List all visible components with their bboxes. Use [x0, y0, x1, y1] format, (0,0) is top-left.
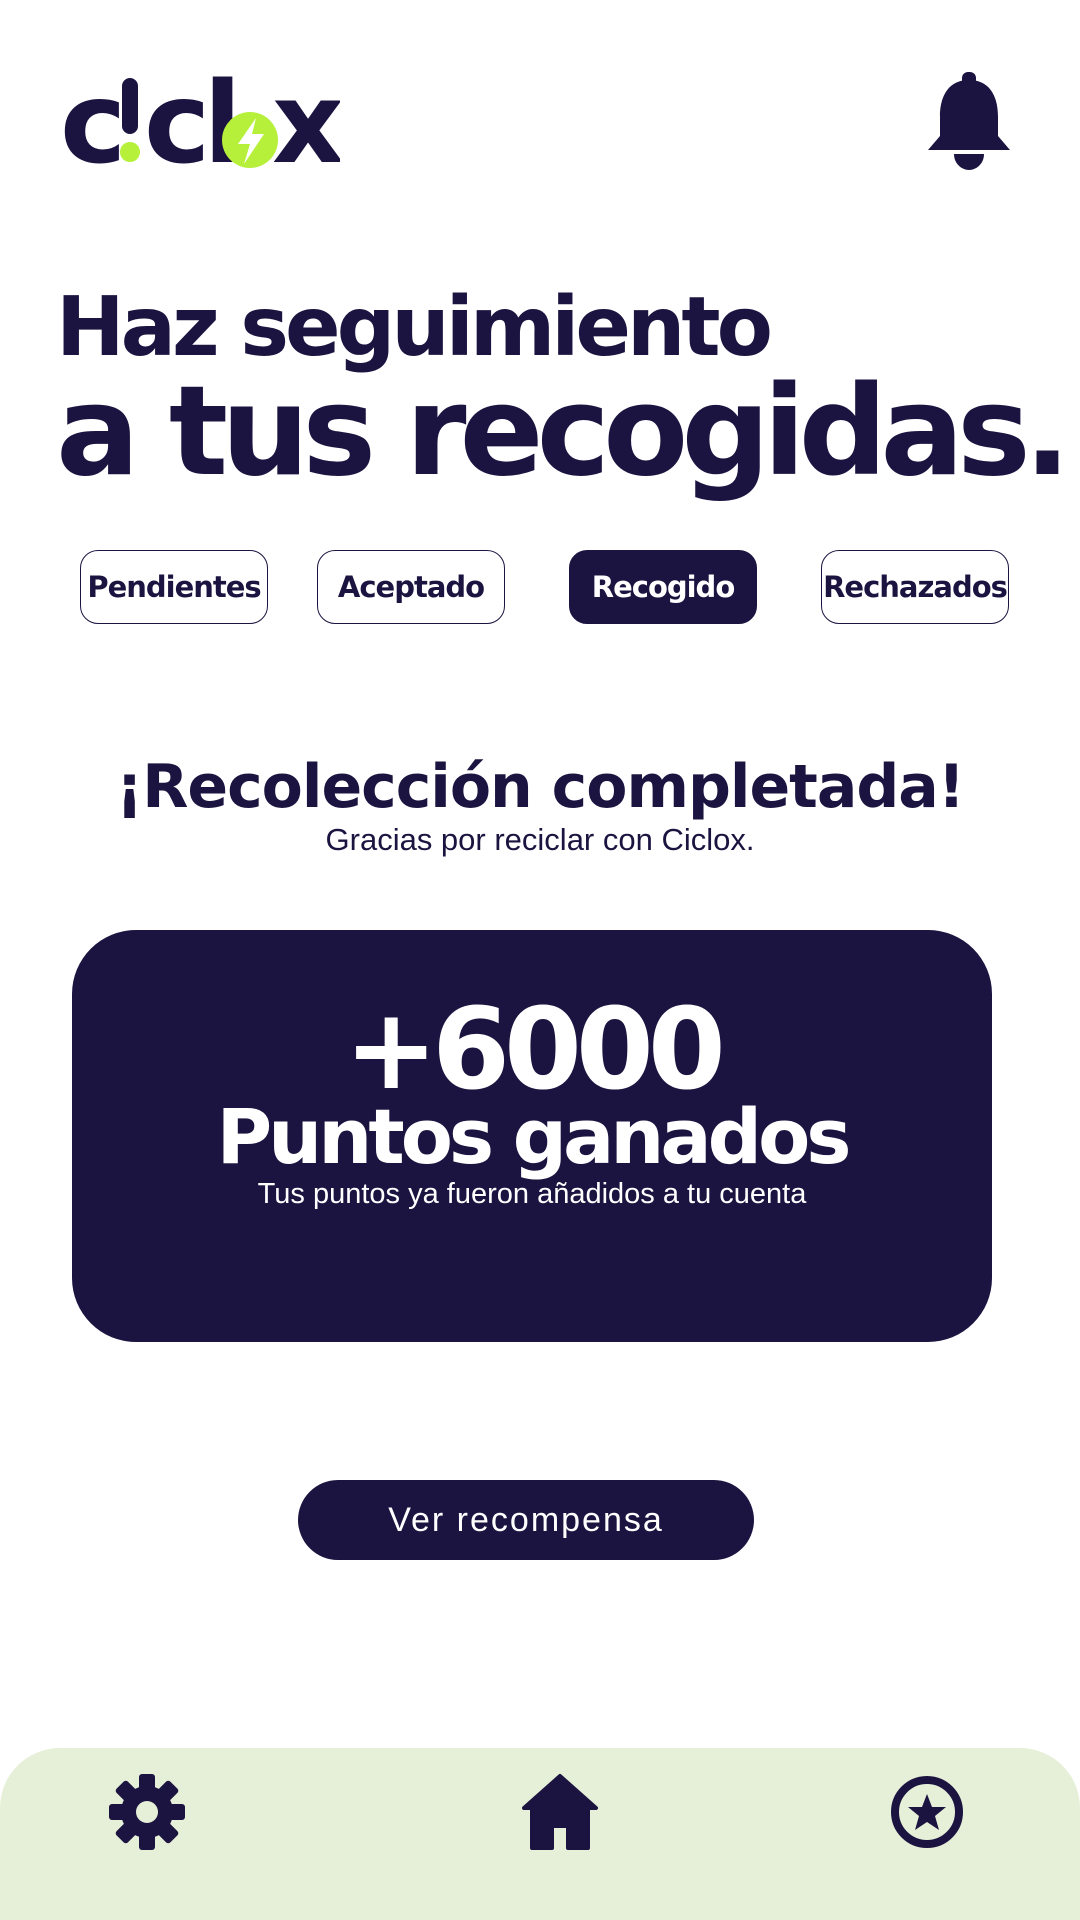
svg-text:c: c	[60, 70, 119, 180]
star-circle-icon[interactable]	[887, 1772, 967, 1852]
points-note: Tus puntos ya fueron añadidos a tu cuent…	[257, 1178, 807, 1210]
svg-text:cl: cl	[144, 70, 235, 180]
tab-aceptado[interactable]: Aceptado	[317, 550, 505, 624]
page-title: Haz seguimiento a tus recogidas.	[56, 282, 1071, 504]
tab-recogido[interactable]: Recogido	[569, 550, 757, 624]
status-tabs: Pendientes Aceptado Recogido Rechazados	[0, 550, 1080, 626]
gear-icon[interactable]	[107, 1772, 187, 1852]
points-label: Puntos ganados	[216, 1092, 851, 1181]
completion-title: ¡Recolección completada!	[115, 752, 965, 822]
points-card: +6000 Puntos ganados Tus puntos ya fuero…	[72, 930, 992, 1342]
bell-icon[interactable]	[924, 72, 1014, 172]
bottom-nav	[0, 1748, 1080, 1920]
view-reward-button[interactable]: Ver recompensa	[298, 1480, 754, 1560]
tab-pendientes[interactable]: Pendientes	[80, 550, 268, 624]
ciclox-logo: c cl x	[60, 59, 350, 189]
home-icon[interactable]	[520, 1772, 600, 1852]
tab-rechazados[interactable]: Rechazados	[821, 550, 1009, 624]
svg-text:x: x	[272, 70, 340, 180]
title-line-2: a tus recogidas.	[56, 360, 1071, 504]
completion-subtitle: Gracias por reciclar con Ciclox.	[325, 822, 755, 857]
